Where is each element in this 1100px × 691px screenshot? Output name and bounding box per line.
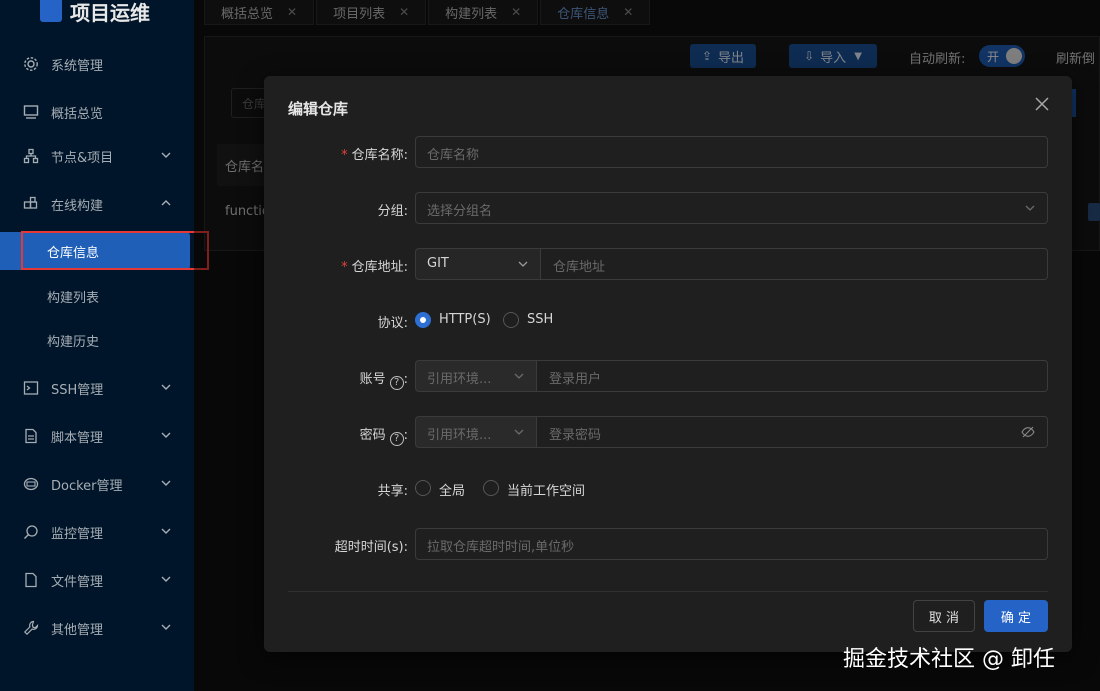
timeout-input[interactable]: 拉取仓库超时时间,单位秒: [415, 528, 1048, 560]
eye-invisible-icon[interactable]: [1021, 425, 1035, 439]
monitor-icon: [22, 103, 40, 121]
wrench-icon: [22, 619, 40, 637]
field-label-share: 共享:: [377, 484, 408, 499]
chevron-down-icon: [161, 432, 171, 438]
terminal-icon: [22, 379, 40, 397]
sidebar-item-other[interactable]: 其他管理: [0, 608, 194, 648]
sidebar-item-monitor[interactable]: 监控管理: [0, 512, 194, 552]
chevron-up-icon: [161, 200, 171, 206]
sidebar-subitem-build-history[interactable]: 构建历史: [0, 320, 194, 360]
sidebar-item-label: Docker管理: [51, 478, 123, 494]
sidebar-item-system[interactable]: 系统管理: [0, 44, 194, 84]
app-title: 项目运维: [70, 1, 150, 25]
radio-global[interactable]: [415, 480, 431, 496]
sidebar-item-build[interactable]: 在线构建: [0, 184, 194, 224]
chevron-down-icon: [518, 261, 528, 267]
field-label-name: * 仓库名称:: [341, 144, 408, 163]
required-mark: *: [341, 260, 348, 275]
env-placeholder: 引用环境...: [427, 372, 492, 387]
folder-icon: [22, 571, 40, 589]
cancel-button[interactable]: 取 消: [913, 600, 975, 632]
sidebar-item-ssh[interactable]: SSH管理: [0, 368, 194, 408]
sidebar-item-scripts[interactable]: 脚本管理: [0, 416, 194, 456]
repo-name-input[interactable]: 仓库名称: [415, 136, 1048, 168]
repo-type-value: GIT: [427, 256, 449, 271]
logo-icon: [40, 0, 62, 22]
label-text: 仓库地址:: [351, 260, 408, 275]
close-icon[interactable]: [1032, 94, 1052, 114]
sidebar-item-docker[interactable]: Docker管理: [0, 464, 194, 504]
chevron-down-icon: [161, 624, 171, 630]
help-icon[interactable]: ?: [389, 432, 404, 446]
sidebar-item-label: 监控管理: [51, 526, 104, 542]
sidebar-item-nodes[interactable]: 节点&项目: [0, 136, 194, 176]
chevron-down-icon: [161, 480, 171, 486]
required-mark: *: [341, 148, 348, 163]
field-label-group: 分组:: [377, 204, 408, 219]
radio-label-ssh[interactable]: SSH: [527, 312, 553, 327]
sidebar-item-label: 脚本管理: [51, 430, 104, 446]
chevron-down-icon: [514, 429, 524, 435]
radio-label-https[interactable]: HTTP(S): [439, 312, 491, 327]
label-text: 账号: [359, 372, 386, 387]
sidebar-subitem-build-list[interactable]: 构建列表: [0, 276, 194, 316]
footer-divider: [288, 591, 1048, 592]
sidebar-item-label: SSH管理: [51, 382, 104, 398]
sidebar-item-label: 节点&项目: [51, 150, 114, 166]
sidebar-item-label: 概括总览: [51, 106, 104, 122]
sidebar-item-label: 系统管理: [51, 58, 104, 74]
chevron-down-icon: [161, 528, 171, 534]
radio-https[interactable]: [415, 312, 431, 328]
chevron-down-icon: [161, 576, 171, 582]
edit-repo-dialog: 编辑仓库 * 仓库名称: 仓库名称 分组: 选择分组名 * 仓库地址: GIT 仓库…: [264, 76, 1072, 652]
sidebar-item-label: 文件管理: [51, 574, 104, 590]
help-icon[interactable]: ?: [389, 376, 404, 390]
sidebar-item-label: 在线构建: [51, 198, 104, 214]
field-label-account: 账号?:: [359, 372, 408, 390]
sidebar-item-files[interactable]: 文件管理: [0, 560, 194, 600]
field-label-password: 密码?:: [359, 428, 408, 446]
dialog-title: 编辑仓库: [288, 100, 349, 118]
chevron-down-icon: [161, 152, 171, 158]
radio-ssh[interactable]: [503, 312, 519, 328]
monitor-search-icon: [22, 523, 40, 541]
field-label-address: * 仓库地址:: [341, 256, 408, 275]
repo-address-input[interactable]: 仓库地址: [541, 248, 1048, 280]
chevron-down-icon: [514, 373, 524, 379]
env-placeholder: 引用环境...: [427, 428, 492, 443]
group-select[interactable]: 选择分组名: [415, 192, 1048, 224]
highlight-box: [21, 231, 209, 270]
label-text: 密码: [359, 428, 386, 443]
radio-workspace[interactable]: [483, 480, 499, 496]
confirm-button[interactable]: 确 定: [984, 600, 1048, 632]
docker-icon: [22, 475, 40, 493]
gear-icon: [22, 55, 40, 73]
watermark: 掘金技术社区 @ 卸任: [843, 647, 1055, 672]
select-placeholder: 选择分组名: [427, 204, 493, 219]
radio-label-global[interactable]: 全局: [439, 480, 465, 499]
radio-label-workspace[interactable]: 当前工作空间: [507, 480, 585, 499]
cluster-icon: [22, 147, 40, 165]
sidebar: 项目运维 系统管理 概括总览 节点&项目 在线构建 仓库信息 构建列表 构建历史…: [0, 0, 194, 691]
field-label-protocol: 协议:: [377, 316, 408, 331]
sidebar-item-label: 其他管理: [51, 622, 104, 638]
chevron-down-icon: [161, 384, 171, 390]
username-input[interactable]: 登录用户: [537, 360, 1048, 392]
chevron-down-icon: [1025, 205, 1035, 211]
label-text: 仓库名称:: [351, 148, 408, 163]
sidebar-item-overview[interactable]: 概括总览: [0, 92, 194, 132]
build-icon: [22, 195, 40, 213]
password-input[interactable]: 登录密码: [537, 416, 1048, 448]
field-label-timeout: 超时时间(s):: [334, 540, 408, 555]
file-icon: [22, 427, 40, 445]
